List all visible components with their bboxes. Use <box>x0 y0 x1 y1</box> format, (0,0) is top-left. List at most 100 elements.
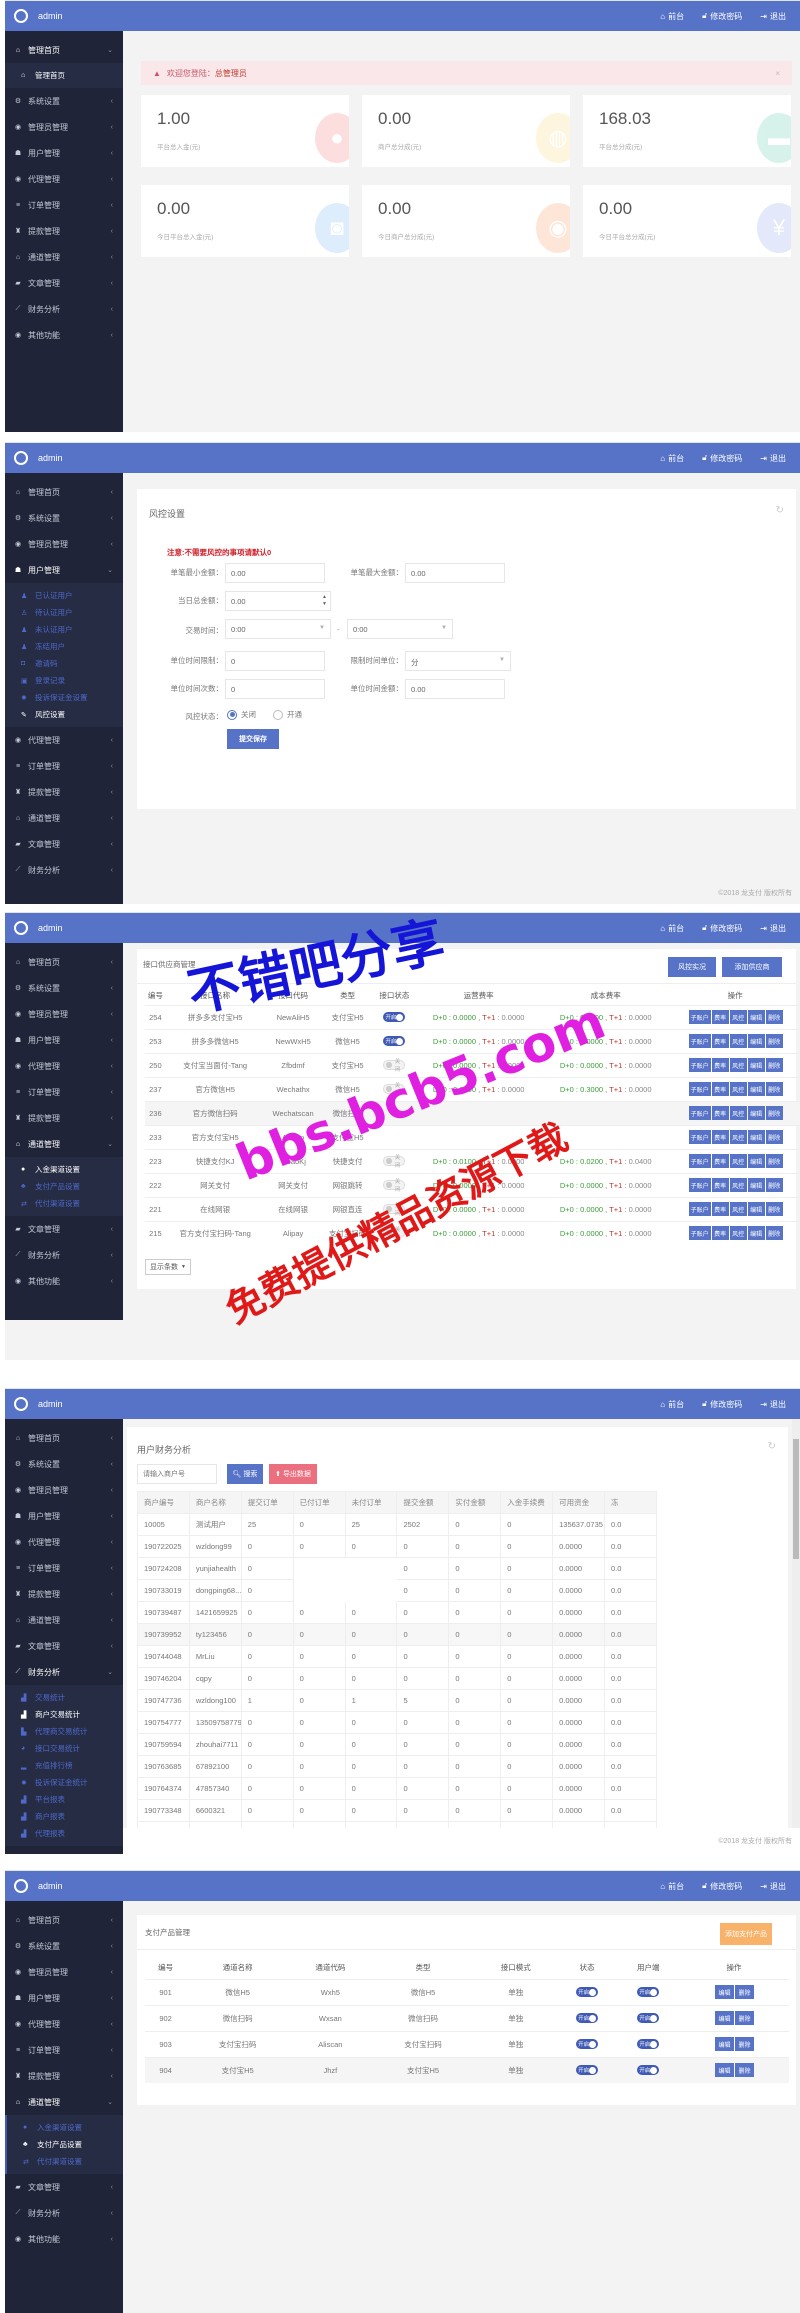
search-button[interactable]: 🔍︎ 搜索 <box>227 1464 263 1484</box>
change-password-link[interactable]: 🔓︎ 修改密码 <box>702 1399 742 1410</box>
add-pay-product-button[interactable]: 添加支付产品 <box>720 1923 772 1945</box>
unit-type-select[interactable]: 分 ▼ <box>405 651 511 671</box>
risk-button[interactable]: 风控 <box>729 1154 747 1168</box>
edit-button[interactable]: 编辑 <box>747 1058 765 1072</box>
trade-time-start-select[interactable]: 0:00 ▼ <box>225 619 331 639</box>
max-amount-input[interactable] <box>405 563 505 583</box>
risk-button[interactable]: 风控 <box>729 1130 747 1144</box>
sidebar-item-agents[interactable]: ◉ 代理管理 ‹ <box>5 166 123 192</box>
delete-button[interactable]: 删除 <box>765 1130 783 1144</box>
rate-button[interactable]: 费率 <box>711 1106 729 1120</box>
merchant-search-input[interactable] <box>137 1464 217 1484</box>
delete-button[interactable]: 删除 <box>765 1058 783 1072</box>
sidebar-subitem-agent-report[interactable]: ▟ 代理报表 <box>5 1825 123 1842</box>
export-button[interactable]: ⬆ 导出数据 <box>269 1464 317 1484</box>
sidebar-item-withdraw[interactable]: ♜ 提款管理 ‹ <box>5 2063 123 2089</box>
sidebar-item-channels[interactable]: ⌂ 通道管理 ‹ <box>5 1607 123 1633</box>
status-toggle[interactable]: 关闭 <box>383 1203 406 1217</box>
sidebar-item-admins[interactable]: ◉ 管理员管理 ‹ <box>5 1477 123 1503</box>
status-toggle[interactable]: 开启 <box>576 2039 599 2049</box>
sidebar-item-articles[interactable]: ▰ 文章管理 ‹ <box>5 1633 123 1659</box>
edit-button[interactable]: 编辑 <box>715 1985 735 1999</box>
delete-button[interactable]: 删除 <box>735 2011 755 2025</box>
risk-button[interactable]: 风控 <box>729 1178 747 1192</box>
change-password-link[interactable]: 🔓︎ 修改密码 <box>702 11 742 22</box>
delete-button[interactable]: 删除 <box>765 1106 783 1120</box>
sidebar-item-channels[interactable]: ⌂ 通道管理 ⌄ <box>5 1131 123 1157</box>
sidebar-item-other[interactable]: ◉ 其他功能 ‹ <box>5 322 123 348</box>
status-toggle[interactable]: 开启 <box>576 1987 599 1997</box>
sub-account-button[interactable]: 子账户 <box>688 1058 711 1072</box>
sidebar-subitem-frozen-users[interactable]: ♟ 冻结用户 <box>5 638 123 655</box>
sidebar-item-home[interactable]: ⌂ 管理首页 ‹ <box>5 1425 123 1451</box>
risk-live-button[interactable]: 风控实况 <box>668 957 716 977</box>
status-toggle[interactable]: 关闭 <box>383 1227 406 1241</box>
change-password-link[interactable]: 🔓︎ 修改密码 <box>702 1881 742 1892</box>
edit-button[interactable]: 编辑 <box>747 1034 765 1048</box>
edit-button[interactable]: 编辑 <box>715 2063 735 2078</box>
rate-button[interactable]: 费率 <box>711 1010 729 1024</box>
daily-total-stepper[interactable]: 0.00 ▲ ▼ <box>225 591 331 611</box>
logout-link[interactable]: ⇥ 退出 <box>760 1399 786 1410</box>
delete-button[interactable]: 删除 <box>765 1202 783 1216</box>
sidebar-item-finance[interactable]: ⟋ 财务分析 ‹ <box>5 2200 123 2226</box>
risk-button[interactable]: 风控 <box>729 1202 747 1216</box>
sub-account-button[interactable]: 子账户 <box>688 1178 711 1192</box>
front-link[interactable]: ⌂ 前台 <box>660 1399 684 1410</box>
sidebar-item-articles[interactable]: ▰ 文章管理 ‹ <box>5 270 123 296</box>
logout-link[interactable]: ⇥ 退出 <box>760 11 786 22</box>
page-size-select[interactable]: 显示条数 ▼ <box>145 1259 191 1275</box>
sub-account-button[interactable]: 子账户 <box>688 1130 711 1144</box>
sidebar-item-other[interactable]: ◉ 其他功能 ‹ <box>5 1268 123 1294</box>
sidebar-subitem-platform-report[interactable]: ▟ 平台报表 <box>5 1791 123 1808</box>
sidebar-item-articles[interactable]: ▰ 文章管理 ‹ <box>5 2174 123 2200</box>
status-toggle[interactable]: 开启 <box>383 1012 406 1022</box>
client-toggle[interactable]: 开启 <box>637 2065 660 2076</box>
front-link[interactable]: ⌂ 前台 <box>660 11 684 22</box>
rate-button[interactable]: 费率 <box>711 1034 729 1048</box>
sidebar-subitem-pay-products[interactable]: ♣ 支付产品设置 <box>5 1178 123 1195</box>
unit-amount-input[interactable] <box>405 679 505 699</box>
edit-button[interactable]: 编辑 <box>747 1226 765 1241</box>
change-password-link[interactable]: 🔓︎ 修改密码 <box>702 923 742 934</box>
sub-account-button[interactable]: 子账户 <box>688 1082 711 1096</box>
front-link[interactable]: ⌂ 前台 <box>660 453 684 464</box>
sidebar-item-channels[interactable]: ⌂ 通道管理 ⌄ <box>5 2089 123 2115</box>
sidebar-subitem-unverified-users[interactable]: ♟ 未认证用户 <box>5 621 123 638</box>
edit-button[interactable]: 编辑 <box>747 1178 765 1192</box>
edit-button[interactable]: 编辑 <box>747 1202 765 1216</box>
stepper-arrows-icon[interactable]: ▲ ▼ <box>322 594 327 608</box>
delete-button[interactable]: 删除 <box>765 1154 783 1168</box>
sidebar-item-finance[interactable]: ⟋ 财务分析 ⌄ <box>5 1659 123 1685</box>
unit-count-input[interactable] <box>225 679 325 699</box>
edit-button[interactable]: 编辑 <box>747 1106 765 1120</box>
sidebar-item-home[interactable]: ⌂ 管理首页 ‹ <box>5 949 123 975</box>
delete-button[interactable]: 删除 <box>765 1010 783 1024</box>
status-toggle[interactable]: 开启 <box>383 1036 406 1046</box>
sidebar-item-orders[interactable]: ≡ 订单管理 ‹ <box>5 1555 123 1581</box>
status-toggle[interactable]: 关闭 <box>383 1155 406 1169</box>
status-toggle[interactable]: 关闭 <box>383 1083 406 1097</box>
sidebar-subitem-deposit-stats[interactable]: ✹ 投诉保证金统计 <box>5 1774 123 1791</box>
close-alert-button[interactable]: × <box>775 69 780 78</box>
refresh-icon[interactable]: ↻ <box>776 505 784 516</box>
risk-button[interactable]: 风控 <box>729 1226 747 1241</box>
status-toggle[interactable]: 关闭 <box>383 1059 406 1073</box>
sidebar-subitem-deposit-channels[interactable]: ● 入金渠道设置 <box>5 1161 123 1178</box>
sidebar-item-finance[interactable]: ⟋ 财务分析 ‹ <box>5 296 123 322</box>
sidebar-item-withdraw[interactable]: ♜ 提款管理 ‹ <box>5 1581 123 1607</box>
submit-save-button[interactable]: 提交保存 <box>227 729 279 749</box>
sidebar-item-orders[interactable]: ≡ 订单管理 ‹ <box>5 192 123 218</box>
delete-button[interactable]: 删除 <box>735 1985 755 1999</box>
risk-status-on-radio[interactable]: 开通 <box>273 709 302 720</box>
rate-button[interactable]: 费率 <box>711 1082 729 1096</box>
sidebar-subitem-deposit-channels[interactable]: ● 入金渠道设置 <box>7 2119 123 2136</box>
sidebar-item-agents[interactable]: ◉ 代理管理 ‹ <box>5 2011 123 2037</box>
front-link[interactable]: ⌂ 前台 <box>660 923 684 934</box>
sidebar-item-system[interactable]: ⚙ 系统设置 ‹ <box>5 1451 123 1477</box>
sidebar-item-system[interactable]: ⚙ 系统设置 ‹ <box>5 505 123 531</box>
sidebar-subitem-login-records[interactable]: ▣ 登录记录 <box>5 672 123 689</box>
sidebar-item-articles[interactable]: ▰ 文章管理 ‹ <box>5 831 123 857</box>
risk-status-off-radio[interactable]: 关闭 <box>227 709 256 720</box>
sidebar-subitem-interface-stats[interactable]: ◕ 接口交易统计 <box>5 1740 123 1757</box>
